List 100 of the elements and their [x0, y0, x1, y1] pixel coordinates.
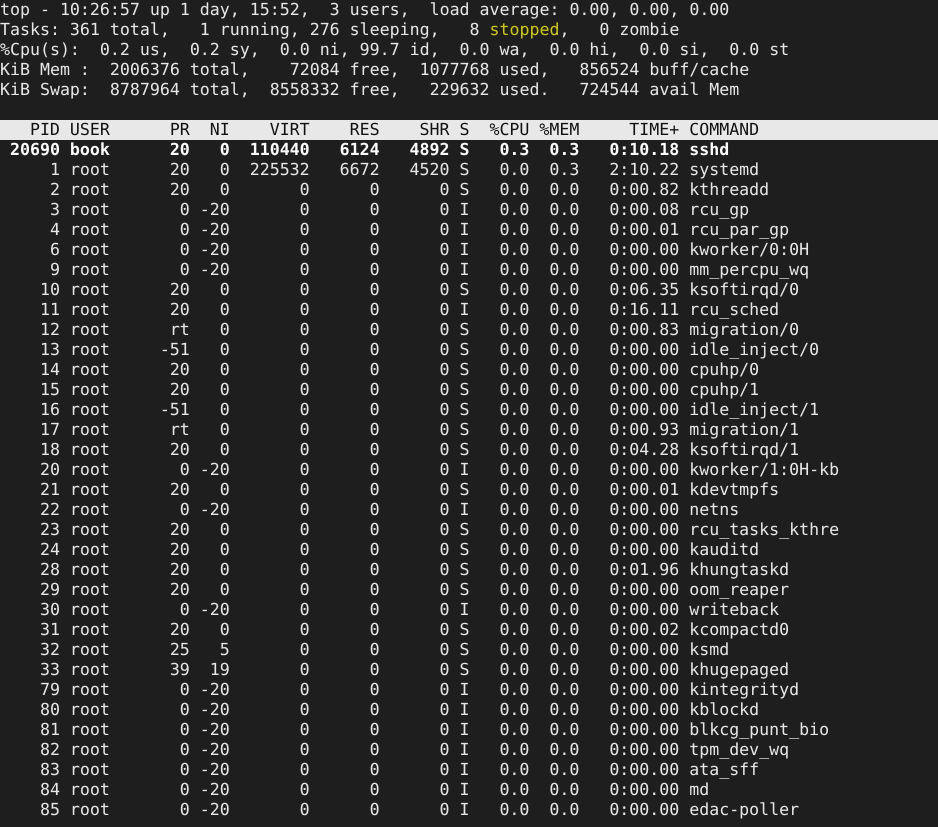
table-cell-text: S	[458, 540, 470, 560]
table-cell-text: 0	[218, 300, 230, 320]
column-header[interactable]: S	[450, 120, 470, 140]
table-cell-text: 0	[368, 660, 380, 680]
table-cell-text: root	[68, 660, 111, 680]
table-cell-text: 0	[438, 800, 450, 820]
table-cell-text: 0:00.00	[608, 760, 680, 780]
column-header[interactable]: NI	[190, 120, 230, 140]
table-cell-text: 0	[438, 740, 450, 760]
table-cell-text: 0:00.00	[608, 720, 680, 740]
table-cell-text: 0.0	[498, 320, 530, 340]
table-cell-text: 0	[438, 420, 450, 440]
table-cell-text: writeback	[688, 600, 780, 620]
table-cell-text: 0	[218, 360, 230, 380]
table-cell-text: 0	[218, 580, 230, 600]
table-cell-text: 0	[438, 180, 450, 200]
table-cell-text: S	[458, 520, 470, 540]
table-cell-text: 0	[298, 660, 310, 680]
table-cell-text: 0	[178, 240, 190, 260]
table-cell-text: 0.0	[548, 220, 580, 240]
table-cell-text: 0	[298, 720, 310, 740]
table-cell-text: 0	[368, 800, 380, 820]
column-header[interactable]: PR	[150, 120, 190, 140]
table-cell-text: I	[458, 200, 470, 220]
table-cell-text: root	[68, 420, 111, 440]
table-cell-text: 0:00.93	[608, 420, 680, 440]
table-cell-text: 0	[178, 740, 190, 760]
table-cell-text: 0	[368, 240, 380, 260]
column-header[interactable]: PID	[0, 120, 60, 140]
table-cell-text: S	[458, 580, 470, 600]
table-cell-text: 0:00.00	[608, 500, 680, 520]
table-cell-text: 0	[368, 740, 380, 760]
table-cell-text: 0:00.00	[608, 260, 680, 280]
table-cell-text: 20	[168, 540, 190, 560]
table-cell-text: 0.0	[498, 500, 530, 520]
table-cell-text: 21	[38, 480, 60, 500]
table-cell-text: 0	[438, 360, 450, 380]
table-cell-text: 0	[368, 400, 380, 420]
table-cell-text: 20	[168, 280, 190, 300]
table-cell-text: 0	[368, 680, 380, 700]
table-cell-text: 10	[38, 280, 60, 300]
table-cell-text: 0	[368, 340, 380, 360]
table-cell-text: 0:00.00	[608, 640, 680, 660]
table-cell-text: 0.0	[498, 660, 530, 680]
table-cell-text: 0.0	[498, 440, 530, 460]
table-cell-text: 2:10.22	[608, 160, 680, 180]
column-header[interactable]: %CPU	[469, 120, 530, 140]
column-header[interactable]: COMMAND	[679, 120, 929, 140]
table-cell-text: 31	[38, 620, 60, 640]
column-header[interactable]: RES	[310, 120, 380, 140]
table-cell-text: 0	[298, 760, 310, 780]
table-cell-text: 0	[368, 460, 380, 480]
table-cell-text: 0.0	[548, 440, 580, 460]
table-cell-text: 0	[438, 380, 450, 400]
table-cell-text: -20	[198, 720, 230, 740]
table-cell-text: 0	[298, 420, 310, 440]
column-header[interactable]: SHR	[380, 120, 450, 140]
table-cell-text: kworker/0:0H	[688, 240, 810, 260]
table-cell-text: 4892	[408, 140, 450, 160]
summary-line: top - 10:26:57 up 1 day, 15:52, 3 users, load average: 0.00, 0.00, 0.00	[0, 0, 730, 20]
table-cell-text: S	[458, 420, 470, 440]
table-cell-text: 0:00.00	[608, 240, 680, 260]
table-cell-text: 30	[38, 600, 60, 620]
column-header[interactable]: TIME+	[579, 120, 680, 140]
table-cell-text: 0	[368, 620, 380, 640]
column-header[interactable]: VIRT	[230, 120, 310, 140]
table-cell-text: 0.0	[548, 700, 580, 720]
table-cell-text: 83	[38, 760, 60, 780]
table-cell-text: root	[68, 780, 111, 800]
table-cell-text: 20	[168, 480, 190, 500]
column-header[interactable]: %MEM	[529, 120, 580, 140]
table-cell-text: I	[458, 700, 470, 720]
table-cell-text: 0:00.08	[608, 200, 680, 220]
table-cell-text: 0	[438, 220, 450, 240]
table-cell-text: 0.0	[498, 160, 530, 180]
table-cell-text: root	[68, 580, 111, 600]
table-cell-text: 20	[168, 360, 190, 380]
table-cell-text: 0	[368, 720, 380, 740]
table-cell-text: 0	[438, 300, 450, 320]
table-cell-text: 0	[438, 260, 450, 280]
table-cell-text: 4520	[408, 160, 450, 180]
table-cell-text: root	[68, 720, 111, 740]
table-cell-text: 23	[38, 520, 60, 540]
table-cell-text: 13	[38, 340, 60, 360]
table-cell-text: root	[68, 400, 111, 420]
table-cell-text: 0	[178, 760, 190, 780]
table-cell-text: I	[458, 780, 470, 800]
table-cell-text: 0.0	[498, 520, 530, 540]
table-cell-text: root	[68, 280, 111, 300]
table-cell-text: 0.0	[548, 200, 580, 220]
table-cell-text: kauditd	[688, 540, 760, 560]
column-header[interactable]: USER	[60, 120, 150, 140]
table-cell-text: 0	[368, 420, 380, 440]
table-cell-text: 0:00.00	[608, 380, 680, 400]
table-cell-text: 0	[368, 260, 380, 280]
table-cell-text: 20	[168, 160, 190, 180]
summary-line: %Cpu(s): 0.2 us, 0.2 sy, 0.0 ni, 99.7 id, 0.0 wa, 0.0 hi, 0.0 si, 0.0 st	[0, 40, 790, 60]
table-cell-text: 0.0	[548, 320, 580, 340]
table-cell-text: 0.0	[498, 540, 530, 560]
table-cell-text: 0.0	[498, 720, 530, 740]
